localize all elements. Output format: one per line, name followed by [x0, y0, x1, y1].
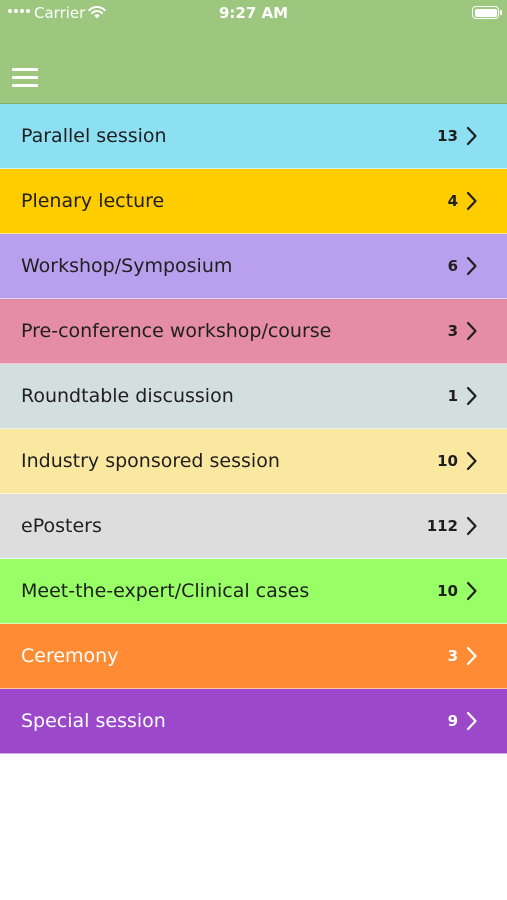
chevron-right-icon [466, 711, 477, 731]
session-row[interactable]: Plenary lecture 4 [0, 169, 507, 234]
session-count: 6 [447, 257, 458, 275]
chevron-right-icon [466, 451, 477, 471]
session-label: Meet-the-expert/Clinical cases [21, 580, 310, 602]
hamburger-menu-icon[interactable] [12, 66, 40, 88]
session-label: Ceremony [21, 645, 119, 667]
session-count: 1 [447, 387, 458, 405]
session-label: Pre-conference workshop/course [21, 320, 332, 342]
session-row[interactable]: Roundtable discussion 1 [0, 364, 507, 429]
chevron-right-icon [466, 386, 477, 406]
session-type-list: Parallel session 13 Plenary lecture 4 Worksh… [0, 104, 507, 754]
chevron-right-icon [466, 646, 477, 666]
session-label: ePosters [21, 515, 102, 537]
session-row[interactable]: Workshop/Symposium 6 [0, 234, 507, 299]
chevron-right-icon [466, 256, 477, 276]
session-count: 10 [437, 452, 458, 470]
session-row[interactable]: ePosters 112 [0, 494, 507, 559]
session-label: Roundtable discussion [21, 385, 234, 407]
session-count: 10 [437, 582, 458, 600]
session-count: 3 [447, 647, 458, 665]
status-bar: Carrier 9:27 AM [0, 0, 507, 26]
session-label: Parallel session [21, 125, 167, 147]
app-screen: Carrier 9:27 AM Parallel session 13 Plenar… [0, 0, 507, 900]
chevron-right-icon [466, 126, 477, 146]
session-label: Workshop/Symposium [21, 255, 233, 277]
session-count: 9 [447, 712, 458, 730]
session-label: Industry sponsored session [21, 450, 280, 472]
session-count: 112 [426, 517, 458, 535]
session-label: Plenary lecture [21, 190, 165, 212]
battery-icon [472, 6, 502, 19]
chevron-right-icon [466, 516, 477, 536]
session-count: 3 [447, 322, 458, 340]
chevron-right-icon [466, 191, 477, 211]
session-row[interactable]: Pre-conference workshop/course 3 [0, 299, 507, 364]
session-count: 4 [447, 192, 458, 210]
chevron-right-icon [466, 321, 477, 341]
session-row[interactable]: Parallel session 13 [0, 104, 507, 169]
status-time: 9:27 AM [218, 4, 289, 22]
navigation-bar: Carrier 9:27 AM [0, 0, 507, 104]
session-row[interactable]: Industry sponsored session 10 [0, 429, 507, 494]
chevron-right-icon [466, 581, 477, 601]
session-label: Special session [21, 710, 166, 732]
session-row[interactable]: Special session 9 [0, 689, 507, 754]
session-row[interactable]: Ceremony 3 [0, 624, 507, 689]
session-count: 13 [437, 127, 458, 145]
session-row[interactable]: Meet-the-expert/Clinical cases 10 [0, 559, 507, 624]
